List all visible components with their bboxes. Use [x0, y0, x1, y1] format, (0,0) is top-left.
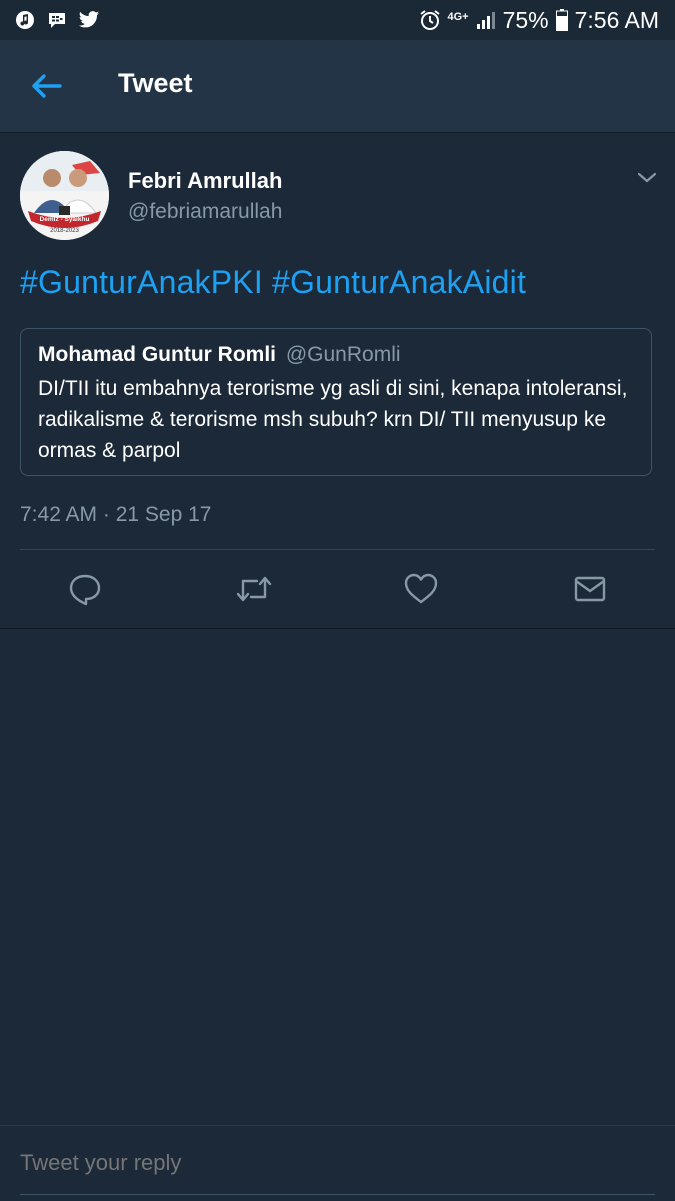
- retweet-button[interactable]: [235, 571, 272, 607]
- chevron-down-icon: [637, 172, 657, 183]
- music-icon: [14, 9, 36, 31]
- quoted-tweet[interactable]: Mohamad Guntur Romli @GunRomli DI/TII it…: [20, 328, 652, 476]
- reply-icon: [69, 574, 101, 606]
- network-type: 4G+: [447, 10, 469, 23]
- tweet-hashtags[interactable]: #GunturAnakPKI #GunturAnakAidit: [20, 264, 526, 301]
- reply-button[interactable]: [67, 571, 103, 607]
- divider: [20, 549, 655, 550]
- author-handle[interactable]: @febriamarullah: [128, 200, 282, 224]
- tweet-timestamp: 7:42 AM · 21 Sep 17: [20, 503, 212, 526]
- status-bar: 4G+ 75% 7:56 AM: [0, 0, 675, 40]
- battery-icon: [555, 9, 569, 31]
- page-title: Tweet: [118, 68, 193, 98]
- back-button[interactable]: [28, 68, 64, 104]
- retweet-icon: [236, 576, 272, 602]
- arrow-left-icon: [32, 74, 62, 98]
- quoted-tweet-text: DI/TII itu embahnya terorisme yg asli di…: [38, 377, 628, 462]
- quoted-author-name: Mohamad Guntur Romli: [38, 343, 276, 366]
- signal-icon: [475, 9, 497, 31]
- avatar[interactable]: 2018-2023 Demiz - Syaikhu: [20, 151, 109, 240]
- avatar-years: 2018-2023: [50, 228, 79, 234]
- section-divider: [0, 628, 675, 629]
- avatar-caption: Demiz - Syaikhu: [40, 216, 90, 223]
- tweet-detail: 2018-2023 Demiz - Syaikhu Febri Amrullah…: [0, 133, 675, 629]
- tweet-options-button[interactable]: [636, 166, 658, 188]
- envelope-icon: [574, 576, 606, 602]
- direct-message-button[interactable]: [572, 571, 608, 607]
- like-icon: [404, 573, 438, 604]
- battery-percent: 75%: [502, 6, 549, 33]
- tweet-actions: [0, 571, 675, 611]
- alarm-icon: [419, 9, 441, 31]
- app-bar: Tweet: [0, 40, 675, 132]
- author-name[interactable]: Febri Amrullah: [128, 168, 282, 194]
- reply-input[interactable]: [20, 1150, 655, 1176]
- like-button[interactable]: [403, 571, 439, 607]
- twitter-icon: [78, 9, 100, 31]
- clock: 7:56 AM: [574, 6, 659, 33]
- quoted-author-handle: @GunRomli: [285, 343, 401, 366]
- quoted-tweet-header: Mohamad Guntur Romli @GunRomli: [38, 343, 401, 367]
- reply-bar: [0, 1125, 675, 1201]
- bbm-icon: [46, 9, 68, 31]
- reply-underline: [20, 1194, 655, 1195]
